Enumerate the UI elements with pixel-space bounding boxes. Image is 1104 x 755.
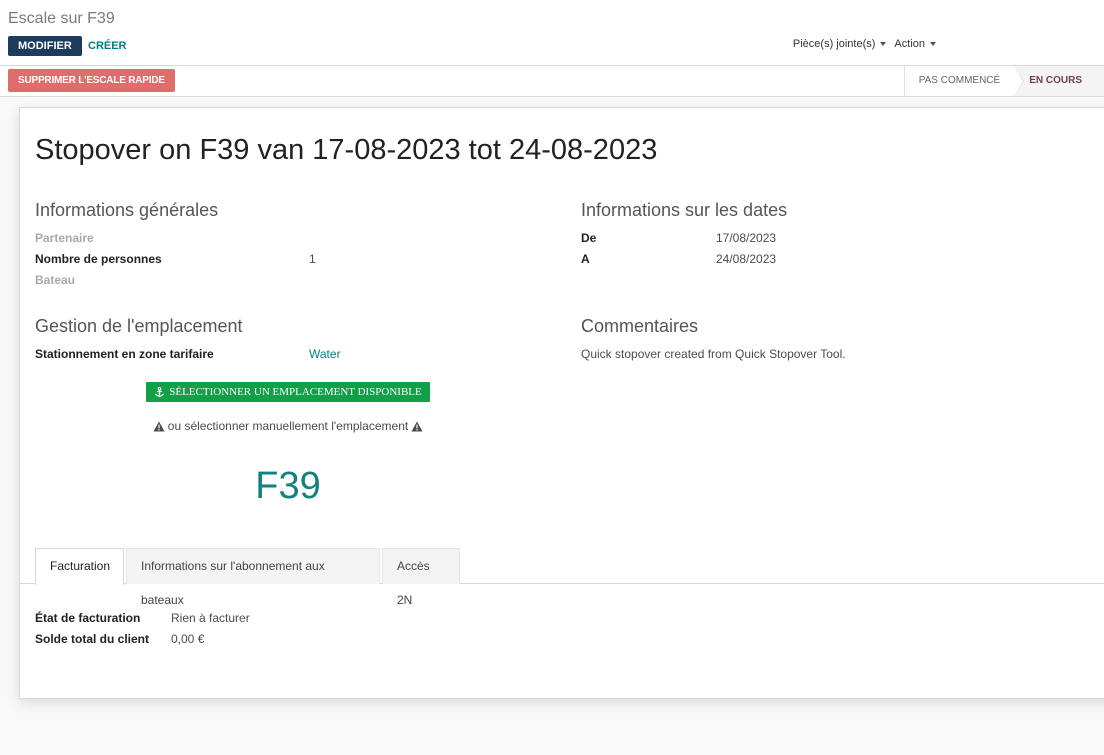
boat-row: Bateau <box>35 269 555 290</box>
partner-row: Partenaire <box>35 227 555 248</box>
modifier-button[interactable]: MODIFIER <box>8 36 82 56</box>
creer-button[interactable]: CRÉER <box>80 36 135 56</box>
comments-row: Quick stopover created from Quick Stopov… <box>581 343 1101 364</box>
attachments-dropdown[interactable]: Pièce(s) jointe(s) <box>793 38 887 50</box>
billing-tab-content: État de facturation Rien à facturer Sold… <box>35 607 535 649</box>
to-row: A 24/08/2023 <box>581 248 1101 269</box>
tab-facturation[interactable]: Facturation <box>35 548 124 585</box>
delete-quick-stopover-button[interactable]: SUPPRIMER L'ESCALE RAPIDE <box>8 69 175 92</box>
breadcrumb: Escale sur F39 <box>8 10 115 27</box>
tab-acces-2n[interactable]: Accès 2N <box>382 548 460 607</box>
anchor-icon <box>155 386 165 397</box>
comments-text: Quick stopover created from Quick Stopov… <box>581 346 846 361</box>
warning-icon <box>411 421 423 431</box>
location-code: F39 <box>255 465 321 507</box>
billing-state-label: État de facturation <box>35 610 141 625</box>
from-value: 17/08/2023 <box>716 230 777 245</box>
zone-label: Stationnement en zone tarifaire <box>35 346 214 361</box>
warning-icon <box>153 421 165 431</box>
to-label: A <box>581 251 590 266</box>
action-dropdown[interactable]: Action <box>894 38 936 50</box>
from-row: De 17/08/2023 <box>581 227 1101 248</box>
zone-link[interactable]: Water <box>309 347 341 361</box>
location-heading: Gestion de l'emplacement <box>35 316 243 336</box>
persons-row: Nombre de personnes 1 <box>35 248 555 269</box>
balance-value: 0,00 € <box>171 631 205 646</box>
form-sheet: Stopover on F39 van 17-08-2023 tot 24-08… <box>19 107 1104 699</box>
stage-pipeline: PAS COMMENCÉ EN COURS <box>903 66 1104 96</box>
sidebar-menus: Pièce(s) jointe(s) Action <box>793 38 936 50</box>
attachments-label: Pièce(s) jointe(s) <box>792 38 876 50</box>
dates-group: Informations sur les dates De 17/08/2023… <box>581 200 1101 269</box>
stage-label: EN COURS <box>1029 75 1082 86</box>
comments-group: Commentaires Quick stopover created from… <box>581 316 1101 364</box>
balance-label: Solde total du client <box>35 631 150 646</box>
record-title: Stopover on F39 van 17-08-2023 tot 24-08… <box>35 134 658 166</box>
to-value: 24/08/2023 <box>716 251 777 266</box>
comments-heading: Commentaires <box>581 316 699 336</box>
manual-note-text: ou sélectionner manuellement l'emplaceme… <box>167 419 409 433</box>
general-info-heading: Informations générales <box>35 200 219 220</box>
manual-select-note: ou sélectionner manuellement l'emplaceme… <box>146 419 430 433</box>
billing-state-row: État de facturation Rien à facturer <box>35 607 535 628</box>
location-group: Gestion de l'emplacement Stationnement e… <box>35 316 555 364</box>
caret-down-icon <box>930 42 936 46</box>
stage-in-progress[interactable]: EN COURS <box>1014 66 1104 96</box>
zone-row: Stationnement en zone tarifaire Water <box>35 343 555 364</box>
persons-label: Nombre de personnes <box>35 251 162 266</box>
chevron-right-icon <box>1014 66 1024 96</box>
control-panel: Escale sur F39 MODIFIER CRÉER Pièce(s) j… <box>0 0 1104 66</box>
action-label: Action <box>894 38 925 50</box>
general-info-group: Informations générales Partenaire Nombre… <box>35 200 555 290</box>
caret-down-icon <box>880 42 887 46</box>
statusbar: SUPPRIMER L'ESCALE RAPIDE PAS COMMENCÉ E… <box>0 66 1104 97</box>
billing-state-value: Rien à facturer <box>171 610 250 625</box>
balance-row: Solde total du client 0,00 € <box>35 628 535 649</box>
boat-label: Bateau <box>35 272 76 287</box>
stage-not-started[interactable]: PAS COMMENCÉ <box>903 66 1025 96</box>
from-label: De <box>581 230 597 245</box>
notebook-tabs: Facturation Informations sur l'abonnemen… <box>20 548 1104 607</box>
dates-heading: Informations sur les dates <box>581 200 788 220</box>
partner-label: Partenaire <box>35 230 94 245</box>
select-available-location-button[interactable]: SÉLECTIONNER UN EMPLACEMENT DISPONIBLE <box>146 382 430 402</box>
select-button-label: SÉLECTIONNER UN EMPLACEMENT DISPONIBLE <box>169 386 422 398</box>
stage-label: PAS COMMENCÉ <box>918 75 1001 86</box>
persons-value: 1 <box>309 251 316 266</box>
tab-boat-subscription[interactable]: Informations sur l'abonnement aux bateau… <box>126 548 380 607</box>
